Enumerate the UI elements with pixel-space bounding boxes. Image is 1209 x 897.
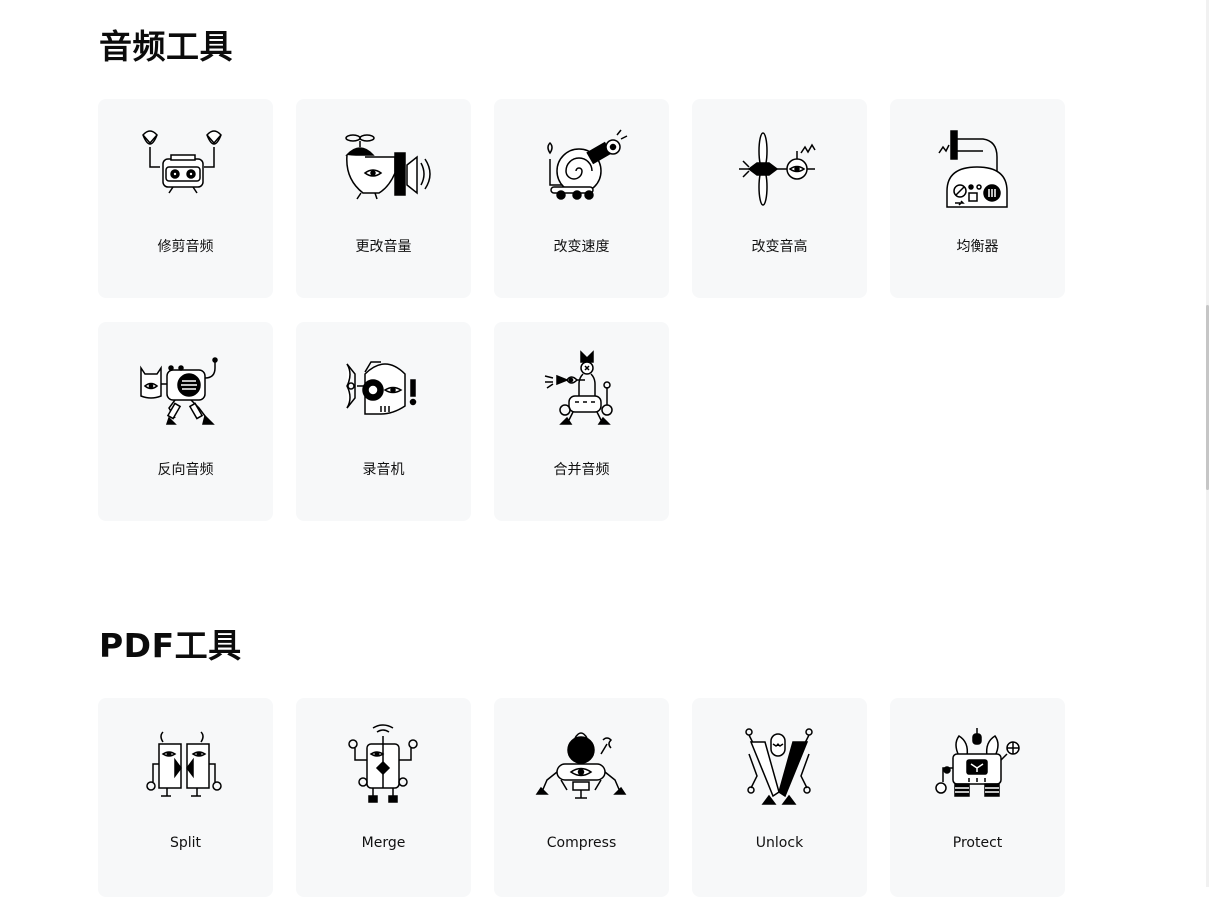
rabbit-lock-robot-icon: [927, 724, 1027, 814]
merge-robot-icon: [333, 724, 433, 814]
walking-speaker-robot-icon: [135, 348, 235, 438]
tool-card-split[interactable]: Split: [98, 698, 273, 897]
tool-label: Split: [169, 835, 202, 851]
tool-label: Protect: [952, 835, 1003, 851]
tool-card-compress[interactable]: Compress: [494, 698, 669, 897]
pdf-tools-heading: PDF工具: [99, 626, 242, 665]
tool-label: 录音机: [362, 462, 405, 478]
tool-label: 修剪音频: [157, 239, 214, 255]
dragonfly-robot-icon: [729, 125, 829, 215]
tool-card-merge-audio[interactable]: 合并音频: [494, 322, 669, 521]
tool-card-unlock[interactable]: Unlock: [692, 698, 867, 897]
tool-label: Compress: [546, 835, 617, 851]
periscope-robot-icon: [531, 348, 631, 438]
gramophone-robot-icon: [927, 125, 1027, 215]
tool-card-merge[interactable]: Merge: [296, 698, 471, 897]
tool-label: 均衡器: [956, 239, 999, 255]
tool-card-protect[interactable]: Protect: [890, 698, 1065, 897]
tool-label: 合并音频: [553, 462, 610, 478]
tool-card-reverse-audio[interactable]: 反向音频: [98, 322, 273, 521]
audio-tools-grid: 修剪音频 更改音量 改变速度 改变音高 均衡器 反向音频 录音机 合并音频: [98, 99, 1065, 521]
tool-card-change-speed[interactable]: 改变速度: [494, 99, 669, 298]
tool-card-equalizer[interactable]: 均衡器: [890, 99, 1065, 298]
snail-robot-icon: [531, 125, 631, 215]
tool-card-voice-recorder[interactable]: 录音机: [296, 322, 471, 521]
tool-label: Unlock: [755, 835, 804, 851]
tool-card-change-pitch[interactable]: 改变音高: [692, 99, 867, 298]
tool-label: 改变音高: [751, 239, 808, 255]
tool-label: 更改音量: [355, 239, 412, 255]
audio-tools-heading: 音频工具: [99, 27, 233, 66]
propeller-bird-speaker-icon: [333, 125, 433, 215]
split-robot-icon: [135, 724, 235, 814]
fish-microphone-robot-icon: [333, 348, 433, 438]
tool-card-trim-audio[interactable]: 修剪音频: [98, 99, 273, 298]
tool-label: Merge: [361, 835, 406, 851]
tool-card-change-volume[interactable]: 更改音量: [296, 99, 471, 298]
crab-cassette-robot-icon: [135, 125, 235, 215]
kettlebell-spider-robot-icon: [531, 724, 631, 814]
tool-label: 反向音频: [157, 462, 214, 478]
pliers-robot-icon: [729, 724, 829, 814]
tool-label: 改变速度: [553, 239, 610, 255]
pdf-tools-grid: Split Merge Compress Unlock Protect: [98, 698, 1065, 897]
